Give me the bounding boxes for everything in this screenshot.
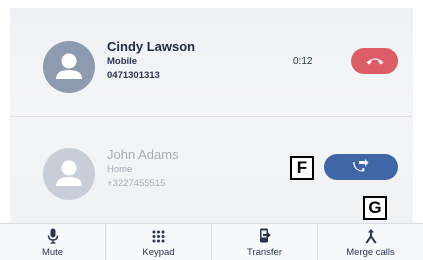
caller-number-type: Home <box>107 164 133 175</box>
caller-number-type: Mobile <box>107 56 138 67</box>
swap-call-button[interactable] <box>324 154 398 180</box>
call-screen: Cindy Lawson Mobile 0471301313 0:12 John… <box>0 0 423 260</box>
keypad-label: Keypad <box>142 247 175 258</box>
caller-number: +3227455515 <box>107 178 166 189</box>
transfer-button[interactable]: Transfer <box>212 224 318 260</box>
swap-call-icon <box>352 158 370 176</box>
screen-frame-right <box>413 0 423 223</box>
microphone-icon <box>47 228 59 244</box>
held-call-row: John Adams Home +3227455515 <box>10 116 413 223</box>
end-call-button[interactable] <box>351 48 398 74</box>
call-duration: 0:12 <box>293 56 313 67</box>
merge-calls-button[interactable]: Merge calls <box>318 224 423 260</box>
callout-label-f: F <box>290 156 314 180</box>
mute-button[interactable]: Mute <box>0 224 106 260</box>
call-toolbar: Mute Keypad Transfer Merge calls <box>0 223 423 260</box>
keypad-button[interactable]: Keypad <box>106 224 212 260</box>
active-call-row: Cindy Lawson Mobile 0471301313 0:12 <box>10 8 413 116</box>
merge-calls-label: Merge calls <box>346 247 395 258</box>
screen-frame-top <box>0 0 423 8</box>
contact-avatar-icon <box>43 41 95 93</box>
end-call-icon <box>365 54 385 69</box>
keypad-icon <box>152 228 165 244</box>
contact-avatar-icon <box>43 148 95 200</box>
screen-frame-left <box>0 0 10 223</box>
callout-label-g: G <box>363 196 387 220</box>
caller-name: Cindy Lawson <box>107 39 196 54</box>
transfer-label: Transfer <box>246 247 283 258</box>
merge-calls-icon <box>364 228 378 244</box>
caller-name: John Adams <box>107 147 179 162</box>
mute-label: Mute <box>41 247 64 258</box>
caller-number: 0471301313 <box>107 70 160 81</box>
transfer-icon <box>259 228 271 244</box>
